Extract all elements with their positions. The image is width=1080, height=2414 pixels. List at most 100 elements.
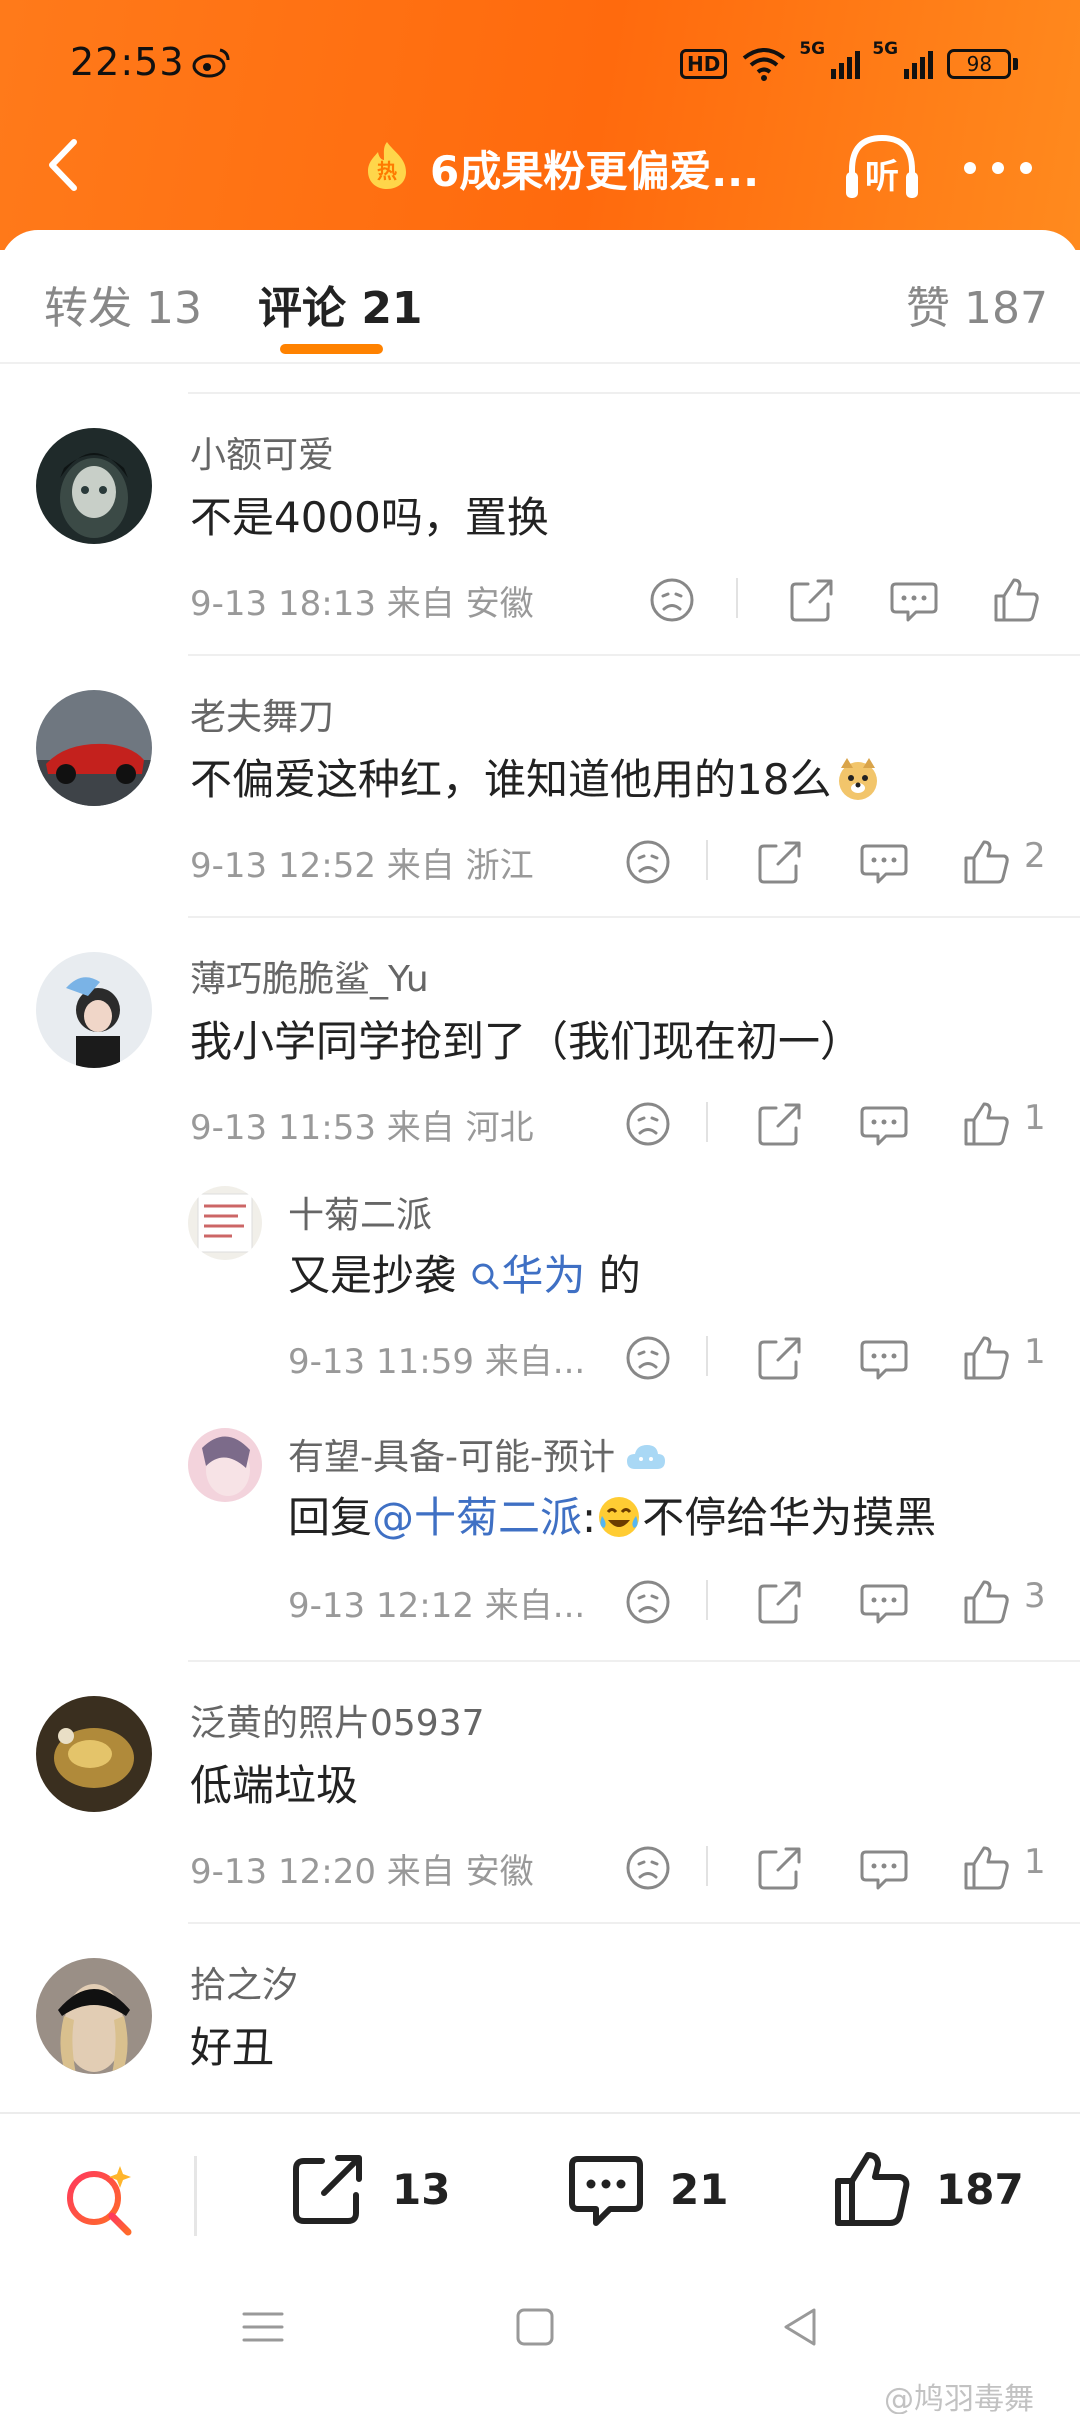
share-icon[interactable] [750,1838,810,1898]
comment-text: 不偏爱这种红，谁知道他用的18么 [190,746,881,807]
svg-text:听: 听 [865,157,899,197]
dislike-icon[interactable] [618,1838,678,1898]
dislike-icon[interactable] [618,1572,678,1632]
divider [0,362,1080,364]
repost-icon [293,2155,362,2224]
comment-username[interactable]: 老夫舞刀 [190,688,334,740]
tab-comments[interactable]: 评论 21 [258,272,423,336]
bottom-action-bar: 13 21 187 [0,2112,1080,2262]
mention-link[interactable]: @十菊二派 [372,1493,582,1542]
like-icon[interactable] [986,570,1046,630]
reply-username[interactable]: 十菊二派 [288,1186,432,1238]
comment-actions: 1 [610,1838,1060,1898]
comment-button[interactable]: 21 [564,2144,728,2234]
comment-item[interactable]: 薄巧脆脆鲨_Yu 我小学同学抢到了（我们现在初一） 9-13 11:53 来自 … [0,916,1080,1660]
like-icon[interactable] [956,1094,1016,1154]
comment-username[interactable]: 薄巧脆脆鲨_Yu [190,950,429,1002]
comment-actions: 1 [610,1094,1060,1154]
avatar[interactable] [36,690,152,806]
divider [188,1922,1080,1924]
search-icon [472,1263,499,1290]
comment-icon[interactable] [854,832,914,892]
avatar[interactable] [188,1186,262,1260]
share-icon[interactable] [750,1094,810,1154]
headphones-icon[interactable]: 听 [840,130,924,204]
share-icon[interactable] [750,832,810,892]
reply-username[interactable]: 有望-具备-可能-预计 [288,1428,667,1480]
divider [188,654,1080,656]
like-count: 1 [1024,1842,1046,1882]
divider [194,2156,197,2236]
comment-icon [569,2156,643,2226]
dislike-icon[interactable] [618,1328,678,1388]
comment-icon[interactable] [854,1094,914,1154]
tab-repost[interactable]: 转发 13 [44,272,202,336]
hot-badge-icon: 热 [368,142,406,189]
doge-emoji-icon [839,758,878,800]
like-icon[interactable] [956,1328,1016,1388]
comment-item[interactable]: 泛黄的照片05937 低端垃圾 9-13 12:20 来自 安徽 1 [0,1660,1080,1922]
dislike-icon[interactable] [618,1094,678,1154]
reply-item[interactable]: 有望-具备-可能-预计 回复@十菊二派: 不停给华为摸黑 9-13 12:12 来… [0,1428,1080,1660]
comment-item[interactable]: 老夫舞刀 不偏爱这种红，谁知道他用的18么 9-13 12:52 来自 浙江 2 [0,654,1080,916]
like-icon[interactable] [956,1572,1016,1632]
comment-item[interactable]: 拾之汐 好丑 [0,1922,1080,2112]
comment-text: 好丑 [190,2023,275,2072]
like-count: 1 [1024,1098,1046,1138]
comment-meta: 9-13 18:13 来自 安徽 [190,584,534,624]
back-icon[interactable] [776,2302,826,2352]
reply-item[interactable]: 十菊二派 又是抄袭 华为 的 9-13 11:59 来自... 1 [0,1186,1080,1416]
comment-username[interactable]: 拾之汐 [190,1956,298,2008]
comment-icon[interactable] [854,1572,914,1632]
dislike-icon[interactable] [642,570,702,630]
svg-text:热: 热 [377,159,397,183]
comment-actions: 2 [610,832,1060,892]
weibo-icon [192,48,230,78]
repost-button[interactable]: 13 [286,2144,450,2234]
back-arrow-icon[interactable] [34,130,94,200]
comment-icon[interactable] [854,1328,914,1388]
divider [188,1660,1080,1662]
battery-icon: 98 [947,49,1019,79]
like-icon[interactable] [956,1838,1016,1898]
divider [188,392,1080,394]
reply-text: 回复@十菊二派: 不停给华为摸黑 [288,1493,937,1542]
share-icon[interactable] [750,1572,810,1632]
laugh-cry-emoji-icon [599,1497,640,1537]
share-icon[interactable] [782,570,842,630]
like-icon[interactable] [956,832,1016,892]
comment-meta: 9-13 11:53 来自 河北 [190,1108,534,1148]
share-icon[interactable] [750,1328,810,1388]
comment-username[interactable]: 泛黄的照片05937 [190,1694,485,1746]
dislike-icon[interactable] [618,832,678,892]
avatar[interactable] [188,1428,262,1502]
comment-text: 不是4000吗，置换 [190,493,549,542]
status-time: 22:53 [70,40,185,84]
topic-link[interactable]: 华为 [501,1251,585,1300]
avatar[interactable] [36,1696,152,1812]
more-icon[interactable] [958,156,1038,180]
status-icons: HD 5G 5G 98 [680,39,1019,84]
tab-likes[interactable]: 赞 187 [906,272,1048,336]
signal-icon: 5G [799,39,861,79]
reply-text: 又是抄袭 华为 的 [288,1251,641,1300]
comment-actions [640,570,1060,630]
menu-icon[interactable] [238,2302,288,2352]
comment-item[interactable]: 小额可爱 不是4000吗，置换 9-13 18:13 来自 安徽 [0,392,1080,654]
reply-actions: 3 [610,1572,1060,1632]
avatar[interactable] [36,1958,152,2074]
comment-icon[interactable] [884,570,944,630]
like-button[interactable]: 187 [830,2144,1024,2234]
avatar[interactable] [36,952,152,1068]
divider [188,916,1080,918]
comment-meta: 9-13 12:20 来自 安徽 [190,1852,534,1892]
status-bar: 22:53 HD 5G 5G 98 [0,0,1080,130]
comment-username[interactable]: 小额可爱 [190,426,334,478]
avatar[interactable] [36,428,152,544]
hd-icon: HD [680,49,728,79]
page-title[interactable]: 6成果粉更偏爱... [430,138,759,199]
comment-icon[interactable] [854,1838,914,1898]
search-icon[interactable] [58,2160,142,2244]
app-screen: 22:53 HD 5G 5G 98 热 6成果粉更偏爱... 听 转发 13 评… [0,0,1080,2414]
home-icon[interactable] [510,2302,560,2352]
